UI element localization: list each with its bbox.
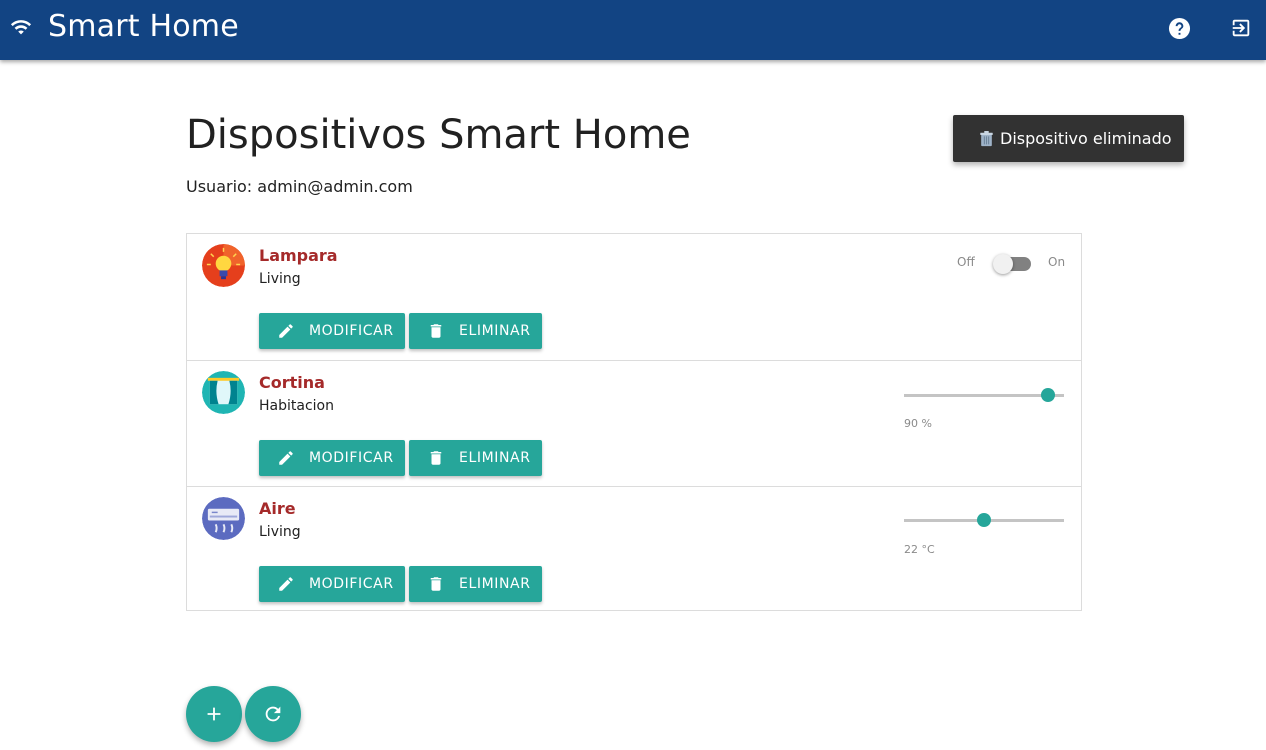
modify-button[interactable]: MODIFICAR bbox=[259, 440, 405, 476]
device-name: Lampara bbox=[259, 246, 338, 265]
toast-notification: Dispositivo eliminado bbox=[953, 115, 1184, 162]
plus-icon bbox=[207, 707, 221, 721]
modify-button-label: MODIFICAR bbox=[309, 450, 394, 466]
device-room: Living bbox=[259, 271, 301, 287]
slider-rail[interactable] bbox=[904, 394, 1064, 397]
refresh-button[interactable] bbox=[245, 686, 301, 742]
refresh-icon bbox=[265, 706, 281, 722]
temperature-slider[interactable] bbox=[904, 513, 1064, 527]
trash-icon bbox=[430, 451, 442, 465]
list-item: Cortina Habitacion 90 % MODIFICAR ELIMIN… bbox=[187, 360, 1081, 486]
list-item: Lampara Living Off On MODIFICAR ELIMINAR bbox=[187, 234, 1081, 360]
delete-button[interactable]: ELIMINAR bbox=[409, 440, 542, 476]
delete-button-label: ELIMINAR bbox=[459, 576, 531, 592]
user-email: Usuario: admin@admin.com bbox=[186, 177, 413, 196]
device-name: Cortina bbox=[259, 373, 325, 392]
help-circle-icon[interactable] bbox=[1168, 17, 1191, 40]
pencil-icon bbox=[279, 577, 293, 591]
modify-button[interactable]: MODIFICAR bbox=[259, 566, 405, 602]
pencil-icon bbox=[279, 451, 293, 465]
app-title: Smart Home bbox=[48, 9, 239, 44]
device-list: Lampara Living Off On MODIFICAR ELIMINAR bbox=[186, 233, 1082, 611]
device-room: Living bbox=[259, 524, 301, 540]
logout-icon[interactable] bbox=[1230, 17, 1252, 39]
slider-thumb[interactable] bbox=[977, 513, 991, 527]
switch-on-label: On bbox=[1048, 255, 1066, 269]
lamp-icon bbox=[202, 244, 245, 287]
power-switch[interactable]: Off On bbox=[955, 254, 1067, 274]
delete-button-label: ELIMINAR bbox=[459, 450, 531, 466]
delete-button[interactable]: ELIMINAR bbox=[409, 313, 542, 349]
trash-icon bbox=[430, 577, 442, 591]
curtain-icon bbox=[202, 371, 245, 414]
modify-button[interactable]: MODIFICAR bbox=[259, 313, 405, 349]
device-name: Aire bbox=[259, 499, 296, 518]
modify-button-label: MODIFICAR bbox=[309, 323, 394, 339]
switch-off-label: Off bbox=[957, 255, 975, 269]
modify-button-label: MODIFICAR bbox=[309, 576, 394, 592]
delete-button-label: ELIMINAR bbox=[459, 323, 531, 339]
add-device-button[interactable] bbox=[186, 686, 242, 742]
curtain-slider[interactable] bbox=[904, 388, 1064, 402]
page-title: Dispositivos Smart Home bbox=[186, 112, 691, 158]
device-room: Habitacion bbox=[259, 398, 334, 414]
toast-text: Dispositivo eliminado bbox=[1000, 129, 1172, 148]
air-conditioner-icon bbox=[202, 497, 245, 540]
trash-icon bbox=[980, 130, 993, 146]
app-bar: Smart Home bbox=[0, 0, 1266, 60]
switch-knob[interactable] bbox=[993, 254, 1013, 274]
wifi-icon bbox=[10, 20, 32, 35]
delete-button[interactable]: ELIMINAR bbox=[409, 566, 542, 602]
slider-value: 22 °C bbox=[904, 543, 935, 556]
list-item: Aire Living 22 °C MODIFICAR ELIMINAR bbox=[187, 486, 1081, 612]
pencil-icon bbox=[279, 324, 293, 338]
slider-thumb[interactable] bbox=[1041, 388, 1055, 402]
trash-icon bbox=[430, 324, 442, 338]
slider-value: 90 % bbox=[904, 417, 932, 430]
